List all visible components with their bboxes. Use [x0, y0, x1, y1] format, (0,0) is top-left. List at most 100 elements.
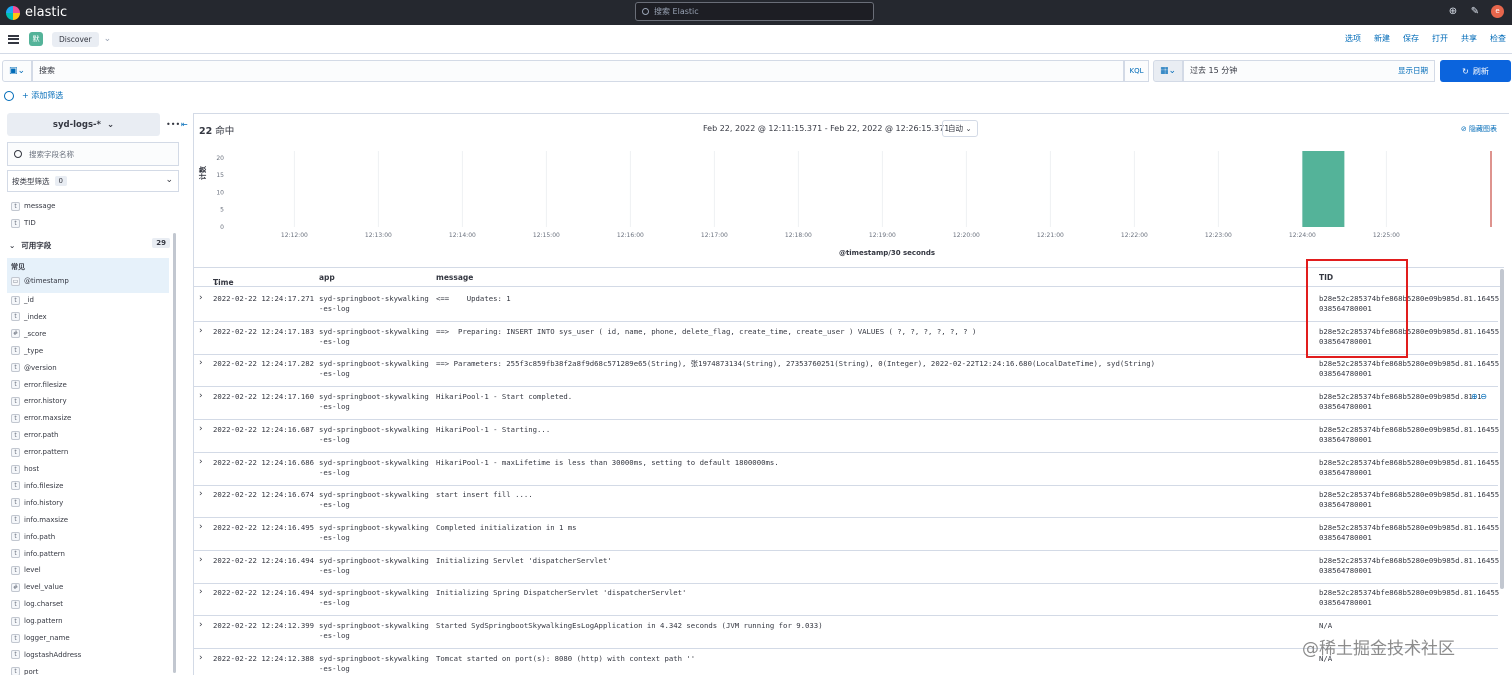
refresh-button[interactable]: ↻ 刷新	[1440, 60, 1511, 82]
field-name: @timestamp	[24, 277, 69, 285]
new-link[interactable]: 新建	[1374, 33, 1390, 44]
field-item[interactable]: t error.history	[11, 395, 67, 407]
share-link[interactable]: 共享	[1461, 33, 1477, 44]
filter-for-value-icon[interactable]: ⊕	[1471, 392, 1478, 401]
cell-time: 2022-02-22 12:24:17.271	[213, 294, 315, 303]
field-item[interactable]: t error.path	[11, 429, 58, 441]
expand-row-icon[interactable]: ›	[199, 424, 203, 434]
field-item[interactable]: t info.path	[11, 531, 55, 543]
field-item[interactable]: t logstashAddress	[11, 649, 81, 661]
expand-row-icon[interactable]: ›	[199, 653, 203, 663]
field-name: error.history	[24, 397, 67, 406]
date-range-field[interactable]: 过去 15 分钟 显示日期	[1183, 60, 1435, 82]
elastic-logo[interactable]: elastic	[6, 5, 67, 20]
show-dates-link[interactable]: 显示日期	[1398, 61, 1428, 81]
field-item[interactable]: # level_value	[11, 581, 63, 593]
interval-select[interactable]: 自动 ⌄	[942, 120, 978, 137]
table-row[interactable]: › 2022-02-22 12:24:16.687 syd-springboot-s…	[194, 420, 1499, 453]
expand-row-icon[interactable]: ›	[199, 587, 203, 597]
field-item[interactable]: t error.filesize	[11, 379, 67, 391]
field-name: logstashAddress	[24, 650, 82, 659]
available-fields-header[interactable]: ⌄ 可用字段 29	[9, 238, 170, 251]
table-row[interactable]: › 2022-02-22 12:24:16.674 syd-springboot-s…	[194, 485, 1499, 519]
space-badge[interactable]: 默	[29, 32, 43, 46]
global-search-input[interactable]: 搜索 Elastic	[635, 2, 874, 21]
field-item[interactable]: t info.history	[11, 497, 63, 509]
field-search-input[interactable]: 搜索字段名称	[7, 142, 179, 166]
field-item[interactable]: t _id	[11, 294, 34, 306]
index-pattern-picker[interactable]: syd-logs-* ⌄	[7, 113, 160, 136]
field-item[interactable]: t log.charset	[11, 598, 63, 610]
hide-chart-button[interactable]: ⊘ 隐藏图表	[1461, 124, 1497, 134]
expand-row-icon[interactable]: ›	[199, 489, 203, 499]
filter-options-icon[interactable]	[4, 90, 14, 101]
query-input[interactable]: 搜索	[32, 60, 1124, 82]
field-item[interactable]: t @version	[11, 362, 57, 374]
table-row[interactable]: › 2022-02-22 12:24:16.495 syd-springboot-s…	[194, 518, 1499, 551]
type-filter-button[interactable]: 按类型筛选 0 ⌄	[7, 170, 179, 192]
expand-row-icon[interactable]: ›	[199, 457, 203, 467]
news-feed-icon[interactable]: ✎	[1469, 6, 1481, 18]
save-link[interactable]: 保存	[1403, 33, 1419, 44]
add-filter-link[interactable]: + 添加筛选	[22, 90, 63, 101]
table-row[interactable]: › 2022-02-22 12:24:16.494 syd-springboot-s…	[194, 583, 1499, 617]
field-item[interactable]: t info.pattern	[11, 548, 65, 560]
expand-row-icon[interactable]: ›	[199, 391, 203, 401]
expand-row-icon[interactable]: ›	[199, 358, 203, 368]
x-tick-label: 12:17:00	[701, 232, 728, 239]
table-row[interactable]: › 2022-02-22 12:24:16.686 syd-springboot-s…	[194, 453, 1499, 486]
field-item[interactable]: t error.maxsize	[11, 412, 71, 424]
expand-row-icon[interactable]: ›	[199, 555, 203, 565]
field-item[interactable]: t _type	[11, 345, 43, 357]
field-item[interactable]: t level	[11, 564, 41, 576]
table-row[interactable]: › 2022-02-22 12:24:17.160 syd-springboot-s…	[194, 387, 1498, 421]
field-item[interactable]: t _index	[11, 311, 47, 323]
more-options-icon[interactable]: •••	[166, 120, 180, 129]
field-item[interactable]: ▭ @timestamp	[11, 275, 69, 287]
filter-out-value-icon[interactable]: ⊖	[1480, 392, 1487, 401]
table-row[interactable]: › 2022-02-22 12:24:17.282 syd-springboot-s…	[194, 354, 1499, 388]
sort-down-icon: ⌄	[213, 278, 220, 287]
help-icon[interactable]: ⊕	[1447, 6, 1459, 18]
field-item[interactable]: t message	[11, 200, 55, 212]
field-name: error.maxsize	[24, 414, 72, 423]
options-link[interactable]: 选项	[1345, 33, 1361, 44]
saved-query-button[interactable]: ▣⌄	[2, 60, 32, 82]
sidebar-scrollbar[interactable]	[173, 233, 176, 673]
field-name: info.history	[24, 498, 64, 507]
kql-toggle[interactable]: KQL	[1124, 60, 1149, 82]
field-item[interactable]: t TID	[11, 217, 36, 229]
field-item[interactable]: t error.pattern	[11, 446, 68, 458]
y-tick-label: 0	[220, 224, 224, 231]
field-type-icon: t	[11, 481, 20, 491]
expand-row-icon[interactable]: ›	[199, 522, 203, 532]
field-item[interactable]: t port	[11, 666, 38, 675]
column-header-app[interactable]: app	[319, 273, 335, 282]
chevron-down-icon[interactable]: ⌄	[104, 34, 112, 44]
expand-row-icon[interactable]: ›	[199, 293, 203, 303]
breadcrumb-discover[interactable]: Discover	[52, 31, 99, 47]
quick-menu-button[interactable]: ▦⌄	[1153, 60, 1183, 82]
table-row[interactable]: › 2022-02-22 12:24:17.271 syd-springboot-s…	[194, 289, 1499, 322]
user-avatar[interactable]: e	[1491, 5, 1504, 18]
inspect-link[interactable]: 检查	[1490, 33, 1506, 44]
column-header-message[interactable]: message	[436, 273, 473, 282]
field-type-icon: t	[11, 532, 20, 542]
field-item[interactable]: t info.filesize	[11, 480, 63, 492]
field-item[interactable]: t logger_name	[11, 632, 70, 644]
expand-row-icon[interactable]: ›	[199, 326, 203, 336]
field-item[interactable]: t log.pattern	[11, 615, 63, 627]
table-row[interactable]: › 2022-02-22 12:24:17.183 syd-springboot-s…	[194, 322, 1499, 355]
cell-app: syd-springboot-skywalking -es-log	[319, 490, 429, 510]
cell-time: 2022-02-22 12:24:17.282	[213, 359, 315, 369]
field-type-icon: t	[11, 363, 20, 373]
menu-icon[interactable]	[8, 34, 19, 44]
field-item[interactable]: t info.maxsize	[11, 514, 68, 526]
table-row[interactable]: › 2022-02-22 12:24:16.494 syd-springboot-s…	[194, 551, 1499, 584]
field-item[interactable]: t host	[11, 463, 39, 475]
expand-row-icon[interactable]: ›	[199, 620, 203, 630]
open-link[interactable]: 打开	[1432, 33, 1448, 44]
field-item[interactable]: # _score	[11, 328, 46, 340]
collapse-sidebar-icon[interactable]: ⇤	[181, 120, 188, 129]
grid-scrollbar[interactable]	[1500, 269, 1504, 589]
